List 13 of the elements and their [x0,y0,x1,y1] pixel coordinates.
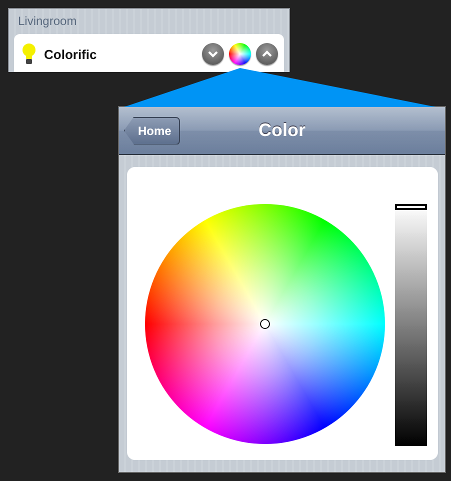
device-row[interactable]: Colorific [14,34,284,72]
chevron-down-icon [207,48,219,60]
light-bulb-icon [22,43,36,65]
color-marker[interactable] [260,319,270,329]
brightness-thumb[interactable] [395,204,427,210]
back-button[interactable]: Home [124,116,180,144]
popup-title: Color [258,120,306,141]
brightness-slider[interactable] [395,204,427,446]
up-button[interactable] [256,43,278,65]
down-button[interactable] [202,43,224,65]
room-title: Livingroom [17,13,78,30]
device-name: Colorific [44,46,98,62]
color-wheel-button[interactable] [229,43,251,65]
